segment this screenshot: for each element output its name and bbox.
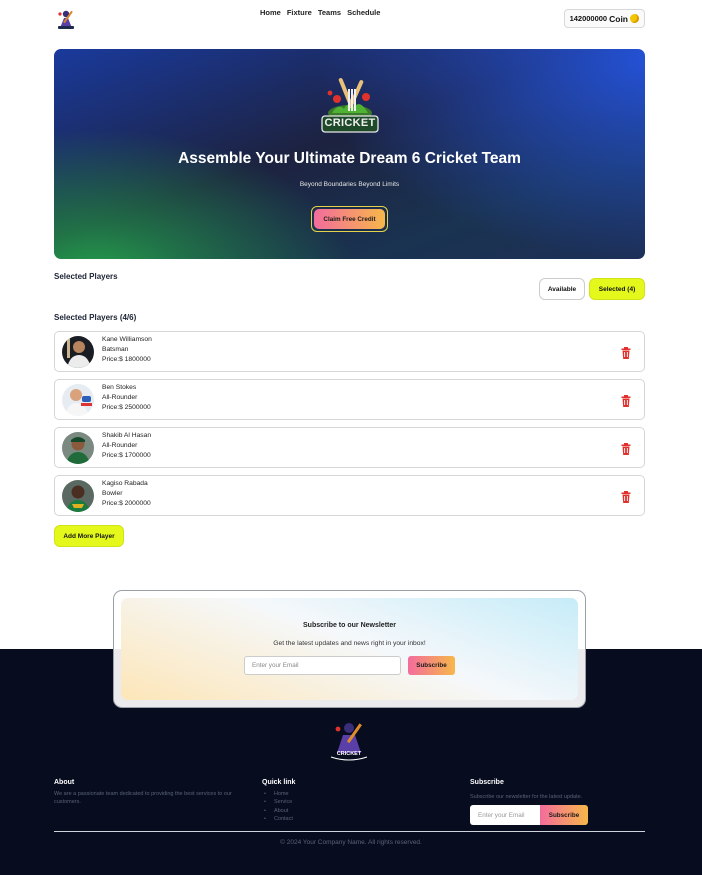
player-card: Shakib Al Hasan All-Rounder Price:$ 1700… (54, 427, 645, 468)
banner-logo-text: CRICKET (324, 117, 376, 129)
footer-subscribe-text: Subscribe our newsletter for the latest … (470, 794, 583, 800)
player-role: Batsman (102, 346, 129, 353)
player-price: Price:$ 2500000 (102, 404, 151, 411)
player-avatar (62, 480, 94, 512)
selected-players-heading: Selected Players (54, 272, 118, 281)
player-avatar (62, 384, 94, 416)
footer-divider (54, 831, 645, 832)
player-name: Kane Williamson (102, 336, 152, 343)
newsletter-subtitle: Get the latest updates and news right in… (273, 640, 426, 647)
player-price: Price:$ 2000000 (102, 500, 151, 507)
cricket-banner-logo: CRICKET (314, 73, 386, 139)
nav-home-link[interactable]: Home (260, 8, 281, 17)
player-price: Price:$ 1800000 (102, 356, 151, 363)
trash-icon[interactable] (621, 394, 631, 407)
available-toggle-button[interactable]: Available (539, 278, 585, 300)
player-card: Kane Williamson Batsman Price:$ 1800000 (54, 331, 645, 372)
coin-balance-button[interactable]: 142000000 Coin (563, 9, 645, 28)
footer-about-title: About (54, 779, 75, 786)
footer-subscribe-button[interactable]: Subscribe (540, 805, 588, 825)
player-card: Kagiso Rabada Bowler Price:$ 2000000 (54, 475, 645, 516)
footer-email-input[interactable]: Enter your Email (470, 805, 542, 825)
claim-credit-frame: Claim Free Credit (311, 206, 388, 232)
newsletter-panel: Subscribe to our Newsletter Get the late… (121, 598, 578, 700)
coin-label: Coin (609, 13, 628, 24)
coin-amount: 142000000 (569, 14, 608, 23)
coin-stack-icon (630, 14, 639, 23)
hero-subtitle: Beyond Boundaries Beyond Limits (299, 181, 400, 188)
nav-fixture-link[interactable]: Fixture (287, 8, 312, 17)
player-avatar (62, 336, 94, 368)
cricket-logo-icon[interactable] (56, 8, 76, 30)
player-role: All-Rounder (102, 394, 138, 401)
selected-toggle-button[interactable]: Selected (4) (589, 278, 645, 300)
trash-icon[interactable] (621, 442, 631, 455)
footer-link-service[interactable]: Service (274, 798, 293, 806)
newsletter-card: Subscribe to our Newsletter Get the late… (113, 590, 586, 708)
player-price: Price:$ 1700000 (102, 452, 151, 459)
nav-schedule-link[interactable]: Schedule (347, 8, 380, 17)
player-name: Shakib Al Hasan (102, 432, 152, 439)
footer-link-about[interactable]: About (274, 807, 293, 815)
footer-link-contact[interactable]: Contact (274, 815, 293, 823)
newsletter-title: Subscribe to our Newsletter (303, 622, 396, 629)
nav-links: Home Fixture Teams Schedule (260, 8, 380, 17)
footer-logo-text: CRICKET (336, 751, 362, 757)
footer-link-home[interactable]: Home (274, 790, 293, 798)
hero-title: Assemble Your Ultimate Dream 6 Cricket T… (178, 150, 521, 167)
footer-copyright: © 2024 Your Company Name. All rights res… (280, 839, 422, 846)
player-name: Ben Stokes (102, 384, 137, 391)
trash-icon[interactable] (621, 490, 631, 503)
newsletter-email-input[interactable]: Enter your Email (244, 656, 401, 675)
footer-cricket-logo: CRICKET (329, 719, 369, 761)
footer-about-text: We are a passionate team dedicated to pr… (54, 791, 232, 805)
player-role: All-Rounder (102, 442, 138, 449)
newsletter-subscribe-button[interactable]: Subscribe (408, 656, 455, 675)
player-card: Ben Stokes All-Rounder Price:$ 2500000 (54, 379, 645, 420)
hero-banner: CRICKET Assemble Your Ultimate Dream 6 C… (54, 49, 645, 259)
claim-free-credit-button[interactable]: Claim Free Credit (314, 209, 385, 229)
add-more-player-button[interactable]: Add More Player (54, 525, 124, 547)
trash-icon[interactable] (621, 346, 631, 359)
selected-count-heading: Selected Players (4/6) (54, 313, 137, 322)
footer-subscribe-title: Subscribe (470, 779, 504, 786)
nav-teams-link[interactable]: Teams (318, 8, 341, 17)
navbar: Home Fixture Teams Schedule 142000000 Co… (54, 6, 645, 32)
player-name: Kagiso Rabada (102, 480, 148, 487)
player-role: Bowler (102, 490, 123, 497)
player-avatar (62, 432, 94, 464)
footer-quick-links: Home Service About Contact (274, 790, 293, 824)
footer-quick-link-title: Quick link (262, 779, 296, 786)
